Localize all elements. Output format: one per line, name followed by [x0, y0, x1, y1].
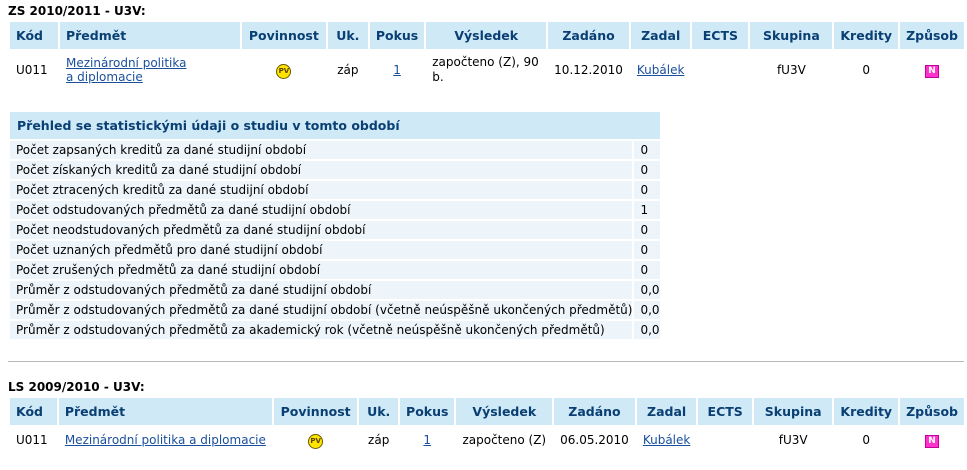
cell-skupina: fU3V: [776, 63, 806, 77]
stats-value: 1: [632, 201, 660, 221]
cell-uk: záp: [368, 433, 390, 447]
cell-pokus: 1: [370, 51, 424, 89]
zpusob-n-icon[interactable]: N: [925, 65, 940, 78]
col-uk[interactable]: Uk.: [327, 22, 368, 49]
zpusob-n-icon[interactable]: N: [925, 435, 940, 448]
cell-zadal: Kubálek: [631, 51, 691, 89]
col-zpusob[interactable]: Způsob: [900, 22, 964, 49]
table-row: U011 Mezinárodní politika a diplomacie PV…: [10, 51, 964, 89]
stats-row: Počet uznaných předmětů pro dané studijn…: [10, 241, 660, 261]
cell-vysledek: započteno (Z), 90 b.: [432, 55, 539, 84]
table-header-row: Kód Předmět Povinnost Uk. Pokus Výsledek…: [10, 398, 964, 425]
col-zpusob[interactable]: Způsob: [900, 398, 964, 425]
attempt-link[interactable]: 1: [423, 433, 431, 447]
stats-value: 0: [632, 221, 660, 241]
cell-ects: [698, 427, 752, 453]
cell-kod: U011: [16, 433, 48, 447]
teacher-link[interactable]: Kubálek: [637, 63, 685, 77]
cell-kredity: 0: [862, 63, 871, 77]
stats-label: Počet zapsaných kreditů za dané studijní…: [10, 141, 633, 161]
col-kredity[interactable]: Kredity: [834, 22, 899, 49]
col-ects[interactable]: ECTS: [692, 22, 749, 49]
semester-title-ls-2009: LS 2009/2010 - U3V:: [8, 380, 145, 394]
col-zadal[interactable]: Zadal: [630, 22, 691, 49]
stats-table: Přehled se statistickými údaji o studiu …: [10, 112, 660, 341]
col-ects[interactable]: ECTS: [698, 398, 752, 425]
course-link[interactable]: Mezinárodní politika a diplomacie: [66, 56, 186, 84]
stats-label: Počet zrušených předmětů za dané studijn…: [10, 261, 633, 281]
cell-uk: záp: [337, 63, 359, 77]
col-predmet[interactable]: Předmět: [58, 398, 272, 425]
col-kod[interactable]: Kód: [10, 22, 58, 49]
cell-zadano: 06.05.2010: [560, 433, 629, 447]
courses-table-ls-2009: Kód Předmět Povinnost Uk. Pokus Výsledek…: [8, 396, 966, 455]
cell-predmet: Mezinárodní politika a diplomacie: [60, 51, 240, 89]
courses-table-zs-2010: Kód Předmět Povinnost Uk. Pokus Výsledek…: [8, 20, 966, 91]
col-vysledek[interactable]: Výsledek: [456, 398, 553, 425]
stats-row: Počet získaných kreditů za dané studijní…: [10, 161, 660, 181]
stats-value: 0: [632, 181, 660, 201]
stats-row: Počet zapsaných kreditů za dané studijní…: [10, 141, 660, 161]
pv-badge-icon: PV: [308, 433, 324, 449]
cell-povinnost: PV: [242, 51, 326, 89]
stats-value: 0: [632, 141, 660, 161]
attempt-link[interactable]: 1: [393, 63, 401, 77]
cell-povinnost: PV: [274, 427, 357, 453]
stats-row: Průměr z odstudovaných předmětů za dané …: [10, 301, 660, 321]
section-divider: [8, 361, 964, 362]
semester-title-zs-2010: ZS 2010/2011 - U3V:: [8, 4, 146, 18]
col-skupina[interactable]: Skupina: [750, 22, 833, 49]
col-predmet[interactable]: Předmět: [59, 22, 240, 49]
stats-title: Přehled se statistickými údaji o studiu …: [10, 112, 660, 141]
col-skupina[interactable]: Skupina: [753, 398, 833, 425]
table-header-row: Kód Předmět Povinnost Uk. Pokus Výsledek…: [10, 22, 964, 49]
cell-zpusob: N: [900, 427, 964, 453]
cell-pokus: 1: [400, 427, 454, 453]
stats-value: 0: [632, 261, 660, 281]
stats-row: Počet zrušených předmětů za dané studijn…: [10, 261, 660, 281]
table-row: U011 Mezinárodní politika a diplomacie P…: [10, 427, 964, 453]
teacher-link[interactable]: Kubálek: [643, 433, 691, 447]
cell-zadal: Kubálek: [637, 427, 697, 453]
col-kredity[interactable]: Kredity: [834, 398, 899, 425]
stats-value: 0: [632, 161, 660, 181]
col-vysledek[interactable]: Výsledek: [426, 22, 547, 49]
stats-label: Počet odstudovaných předmětů za dané stu…: [10, 201, 633, 221]
col-pokus[interactable]: Pokus: [369, 22, 425, 49]
stats-row: Průměr z odstudovaných předmětů za dané …: [10, 281, 660, 301]
cell-ects: [692, 51, 748, 89]
cell-zpusob: N: [900, 51, 964, 89]
stats-label: Počet neodstudovaných předmětů za dané s…: [10, 221, 633, 241]
course-link[interactable]: Mezinárodní politika a diplomacie: [65, 433, 266, 447]
cell-predmet: Mezinárodní politika a diplomacie: [59, 427, 272, 453]
stats-value: 0,0: [632, 321, 660, 341]
col-povinnost[interactable]: Povinnost: [273, 398, 358, 425]
cell-kod: U011: [16, 63, 48, 77]
cell-zadano: 10.12.2010: [554, 63, 623, 77]
stats-label: Průměr z odstudovaných předmětů za dané …: [10, 281, 633, 301]
col-uk[interactable]: Uk.: [359, 398, 399, 425]
stats-label: Průměr z odstudovaných předmětů za akade…: [10, 321, 633, 341]
stats-row: Počet odstudovaných předmětů za dané stu…: [10, 201, 660, 221]
stats-value: 0: [632, 241, 660, 261]
stats-label: Počet uznaných předmětů pro dané studijn…: [10, 241, 633, 261]
stats-value: 0,0: [632, 301, 660, 321]
col-kod[interactable]: Kód: [10, 398, 57, 425]
stats-label: Průměr z odstudovaných předmětů za dané …: [10, 301, 633, 321]
stats-row: Počet neodstudovaných předmětů za dané s…: [10, 221, 660, 241]
col-zadano[interactable]: Zadáno: [548, 22, 629, 49]
col-zadal[interactable]: Zadal: [636, 398, 697, 425]
stats-label: Počet ztracených kreditů za dané studijn…: [10, 181, 633, 201]
col-povinnost[interactable]: Povinnost: [241, 22, 326, 49]
col-pokus[interactable]: Pokus: [400, 398, 455, 425]
cell-vysledek: započteno (Z): [462, 433, 547, 447]
stats-row: Počet ztracených kreditů za dané studijn…: [10, 181, 660, 201]
stats-value: 0,0: [632, 281, 660, 301]
cell-skupina: fU3V: [778, 433, 808, 447]
stats-label: Počet získaných kreditů za dané studijní…: [10, 161, 633, 181]
col-zadano[interactable]: Zadáno: [554, 398, 635, 425]
pv-badge-icon: PV: [276, 63, 292, 79]
stats-row: Průměr z odstudovaných předmětů za akade…: [10, 321, 660, 341]
cell-kredity: 0: [862, 433, 871, 447]
